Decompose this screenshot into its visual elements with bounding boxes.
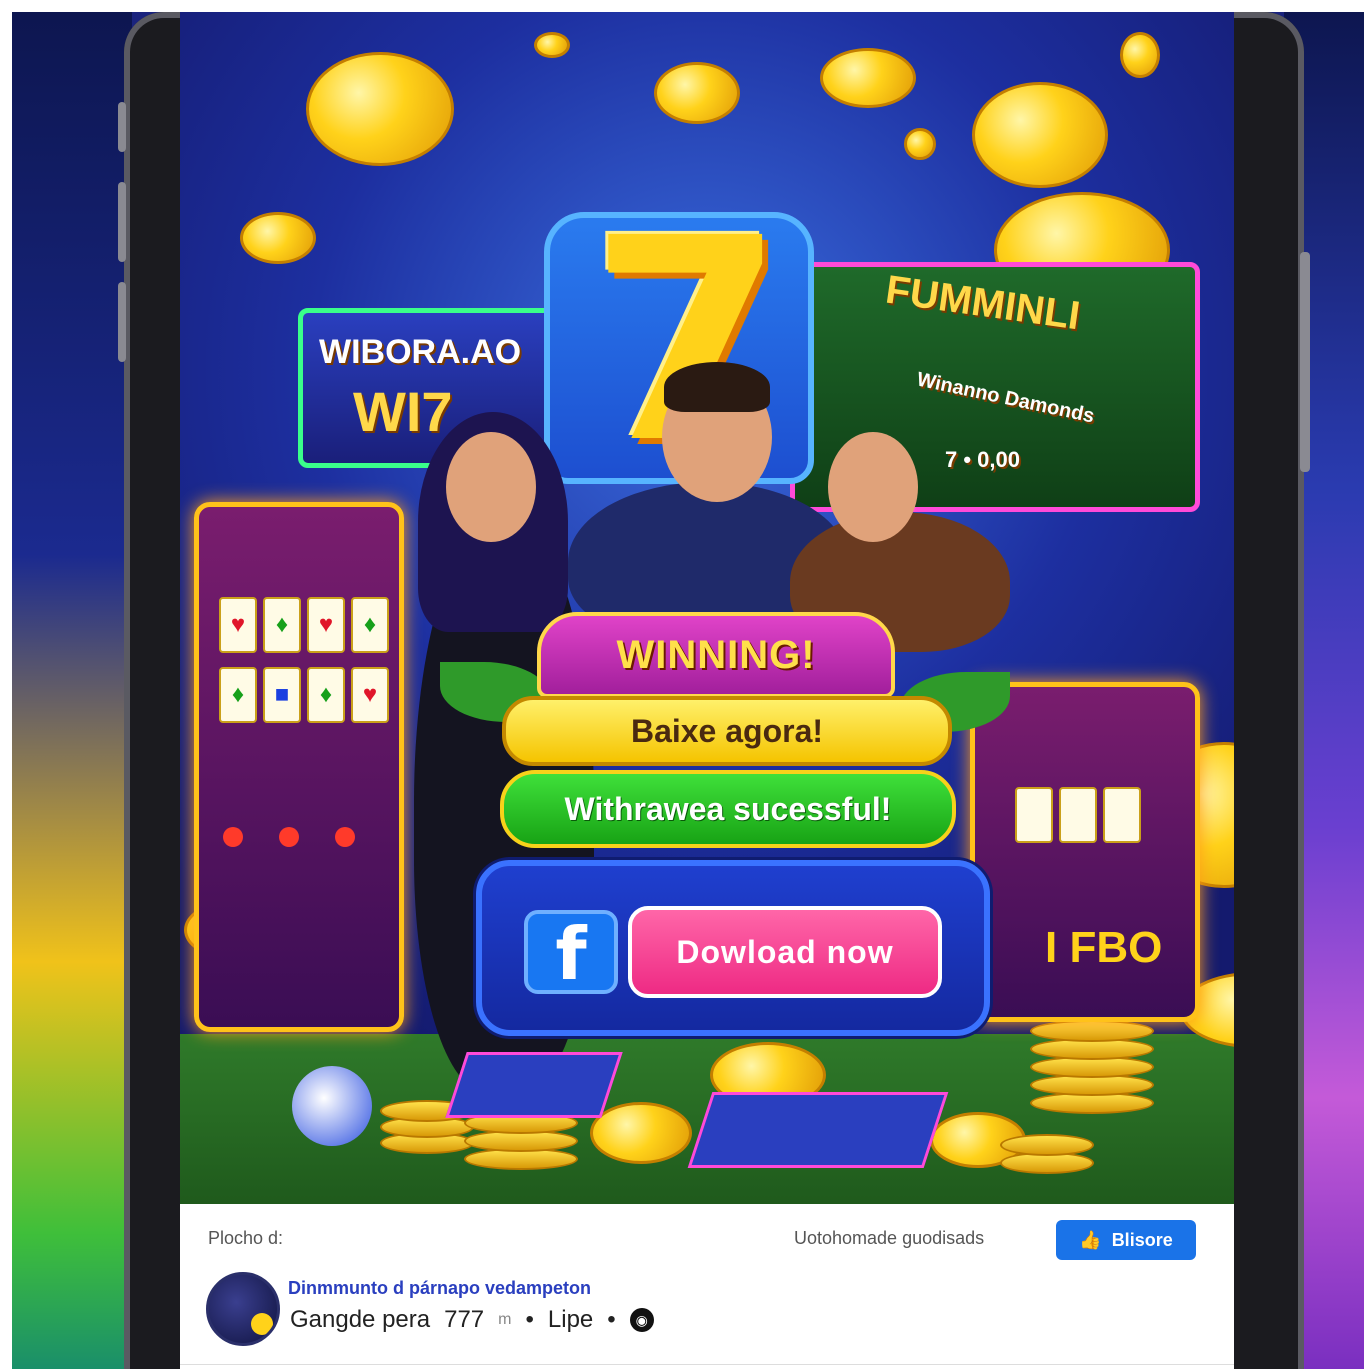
gold-coin <box>972 82 1108 188</box>
post-right-note: Uotohomade guodisads <box>794 1228 985 1248</box>
withdrawal-success-badge: Withrawea sucessful! <box>500 770 956 848</box>
phone-screen: WIBORA.AO WI7 FUMMINLI Winanno Damonds 7… <box>180 12 1234 1369</box>
heart-symbol-icon: ♥ <box>307 597 345 653</box>
sign-right-line2: Winanno Damonds <box>914 368 1097 428</box>
thumbs-up-icon: 👍 <box>1079 1229 1102 1250</box>
phone-volume-up-button <box>118 182 126 262</box>
heart-symbol-icon: ♥ <box>219 597 257 653</box>
phone-power-button <box>1300 252 1310 472</box>
slot-reel <box>1015 787 1053 843</box>
sign-right-small: 7 • 0,00 <box>945 447 1020 472</box>
gold-coin <box>1120 32 1160 78</box>
page-avatar[interactable] <box>206 1272 280 1346</box>
slot-reels: ♦ ■ ♦ ♥ <box>219 667 389 723</box>
sponsored-label: Plocho d: <box>208 1228 284 1248</box>
ad-creative-image[interactable]: WIBORA.AO WI7 FUMMINLI Winanno Damonds 7… <box>180 12 1234 1204</box>
meta-type: Lipe <box>547 1306 594 1333</box>
slot-machine-right: I FBO <box>970 682 1200 1022</box>
diamond-symbol-icon: ♦ <box>351 597 389 653</box>
beach-ball <box>292 1066 372 1146</box>
sponsored-post-footer: Plocho d: Uotohomade guodisads 👍 Blisore… <box>180 1204 1234 1369</box>
gold-coin <box>654 62 740 124</box>
gold-coin <box>590 1102 692 1164</box>
meta-text: Gangde pera <box>290 1306 431 1333</box>
coin-stack <box>1000 1134 1094 1156</box>
slot-reels <box>1015 787 1141 843</box>
slot-light-icon <box>223 827 243 847</box>
facebook-icon[interactable]: f <box>524 910 618 994</box>
slot-light-icon <box>279 827 299 847</box>
download-panel: f Dowload now <box>476 860 990 1036</box>
gold-coin <box>534 32 570 58</box>
download-now-button[interactable]: Dowload now <box>628 906 942 998</box>
slot-reel <box>1059 787 1097 843</box>
floor-card <box>445 1052 623 1118</box>
diamond-symbol-icon: ♦ <box>307 667 345 723</box>
ad-frame: WIBORA.AO WI7 FUMMINLI Winanno Damonds 7… <box>12 12 1364 1369</box>
phone-side-button <box>118 102 126 152</box>
gold-coin <box>820 48 916 108</box>
slot-light-icon <box>335 827 355 847</box>
meta-separator: • <box>607 1306 616 1333</box>
meta-separator: • <box>525 1306 534 1333</box>
slot-right-label: I FBO <box>1045 923 1163 972</box>
slot-reel <box>1103 787 1141 843</box>
sign-left-line2: WI7 <box>353 380 453 443</box>
slot-reels: ♥ ♦ ♥ ♦ <box>219 597 389 653</box>
gold-coin <box>904 128 936 160</box>
diamond-symbol-icon: ♦ <box>219 667 257 723</box>
post-meta-row: Gangde pera 777 m • Lipe • ◉ <box>290 1306 654 1334</box>
meta-number: 777 <box>444 1306 485 1333</box>
like-button[interactable]: 👍 Blisore <box>1056 1220 1196 1260</box>
post-divider <box>180 1364 1234 1365</box>
man-center-hair <box>664 362 770 412</box>
like-button-label: Blisore <box>1111 1229 1173 1250</box>
baixe-agora-button[interactable]: Baixe agora! <box>502 696 952 766</box>
bar-symbol-icon: ■ <box>263 667 301 723</box>
background-glow-left <box>12 12 132 1369</box>
sign-left-line1: WIBORA.AO <box>319 333 522 371</box>
phone-volume-down-button <box>118 282 126 362</box>
globe-icon: ◉ <box>629 1308 654 1332</box>
gold-coin <box>306 52 454 166</box>
heart-symbol-icon: ♥ <box>351 667 389 723</box>
woman-face <box>446 432 536 542</box>
coin-stack <box>1030 1020 1154 1042</box>
man-right-face <box>828 432 918 542</box>
slot-machine-left: ♥ ♦ ♥ ♦ ♦ ■ ♦ ♥ <box>194 502 404 1032</box>
phone-device: WIBORA.AO WI7 FUMMINLI Winanno Damonds 7… <box>118 12 1310 1369</box>
floor-card <box>687 1092 949 1168</box>
gold-coin <box>240 212 316 264</box>
sign-right-line1: FUMMINLI <box>882 267 1083 339</box>
avatar-coin-icon <box>251 1313 273 1335</box>
facebook-f-glyph: f <box>555 912 587 996</box>
page-name-link[interactable]: Dinmmunto d párnapo vedampeton <box>288 1278 591 1299</box>
winning-banner: WINNING! <box>537 612 895 698</box>
meta-unit: m <box>498 1311 512 1328</box>
diamond-symbol-icon: ♦ <box>263 597 301 653</box>
